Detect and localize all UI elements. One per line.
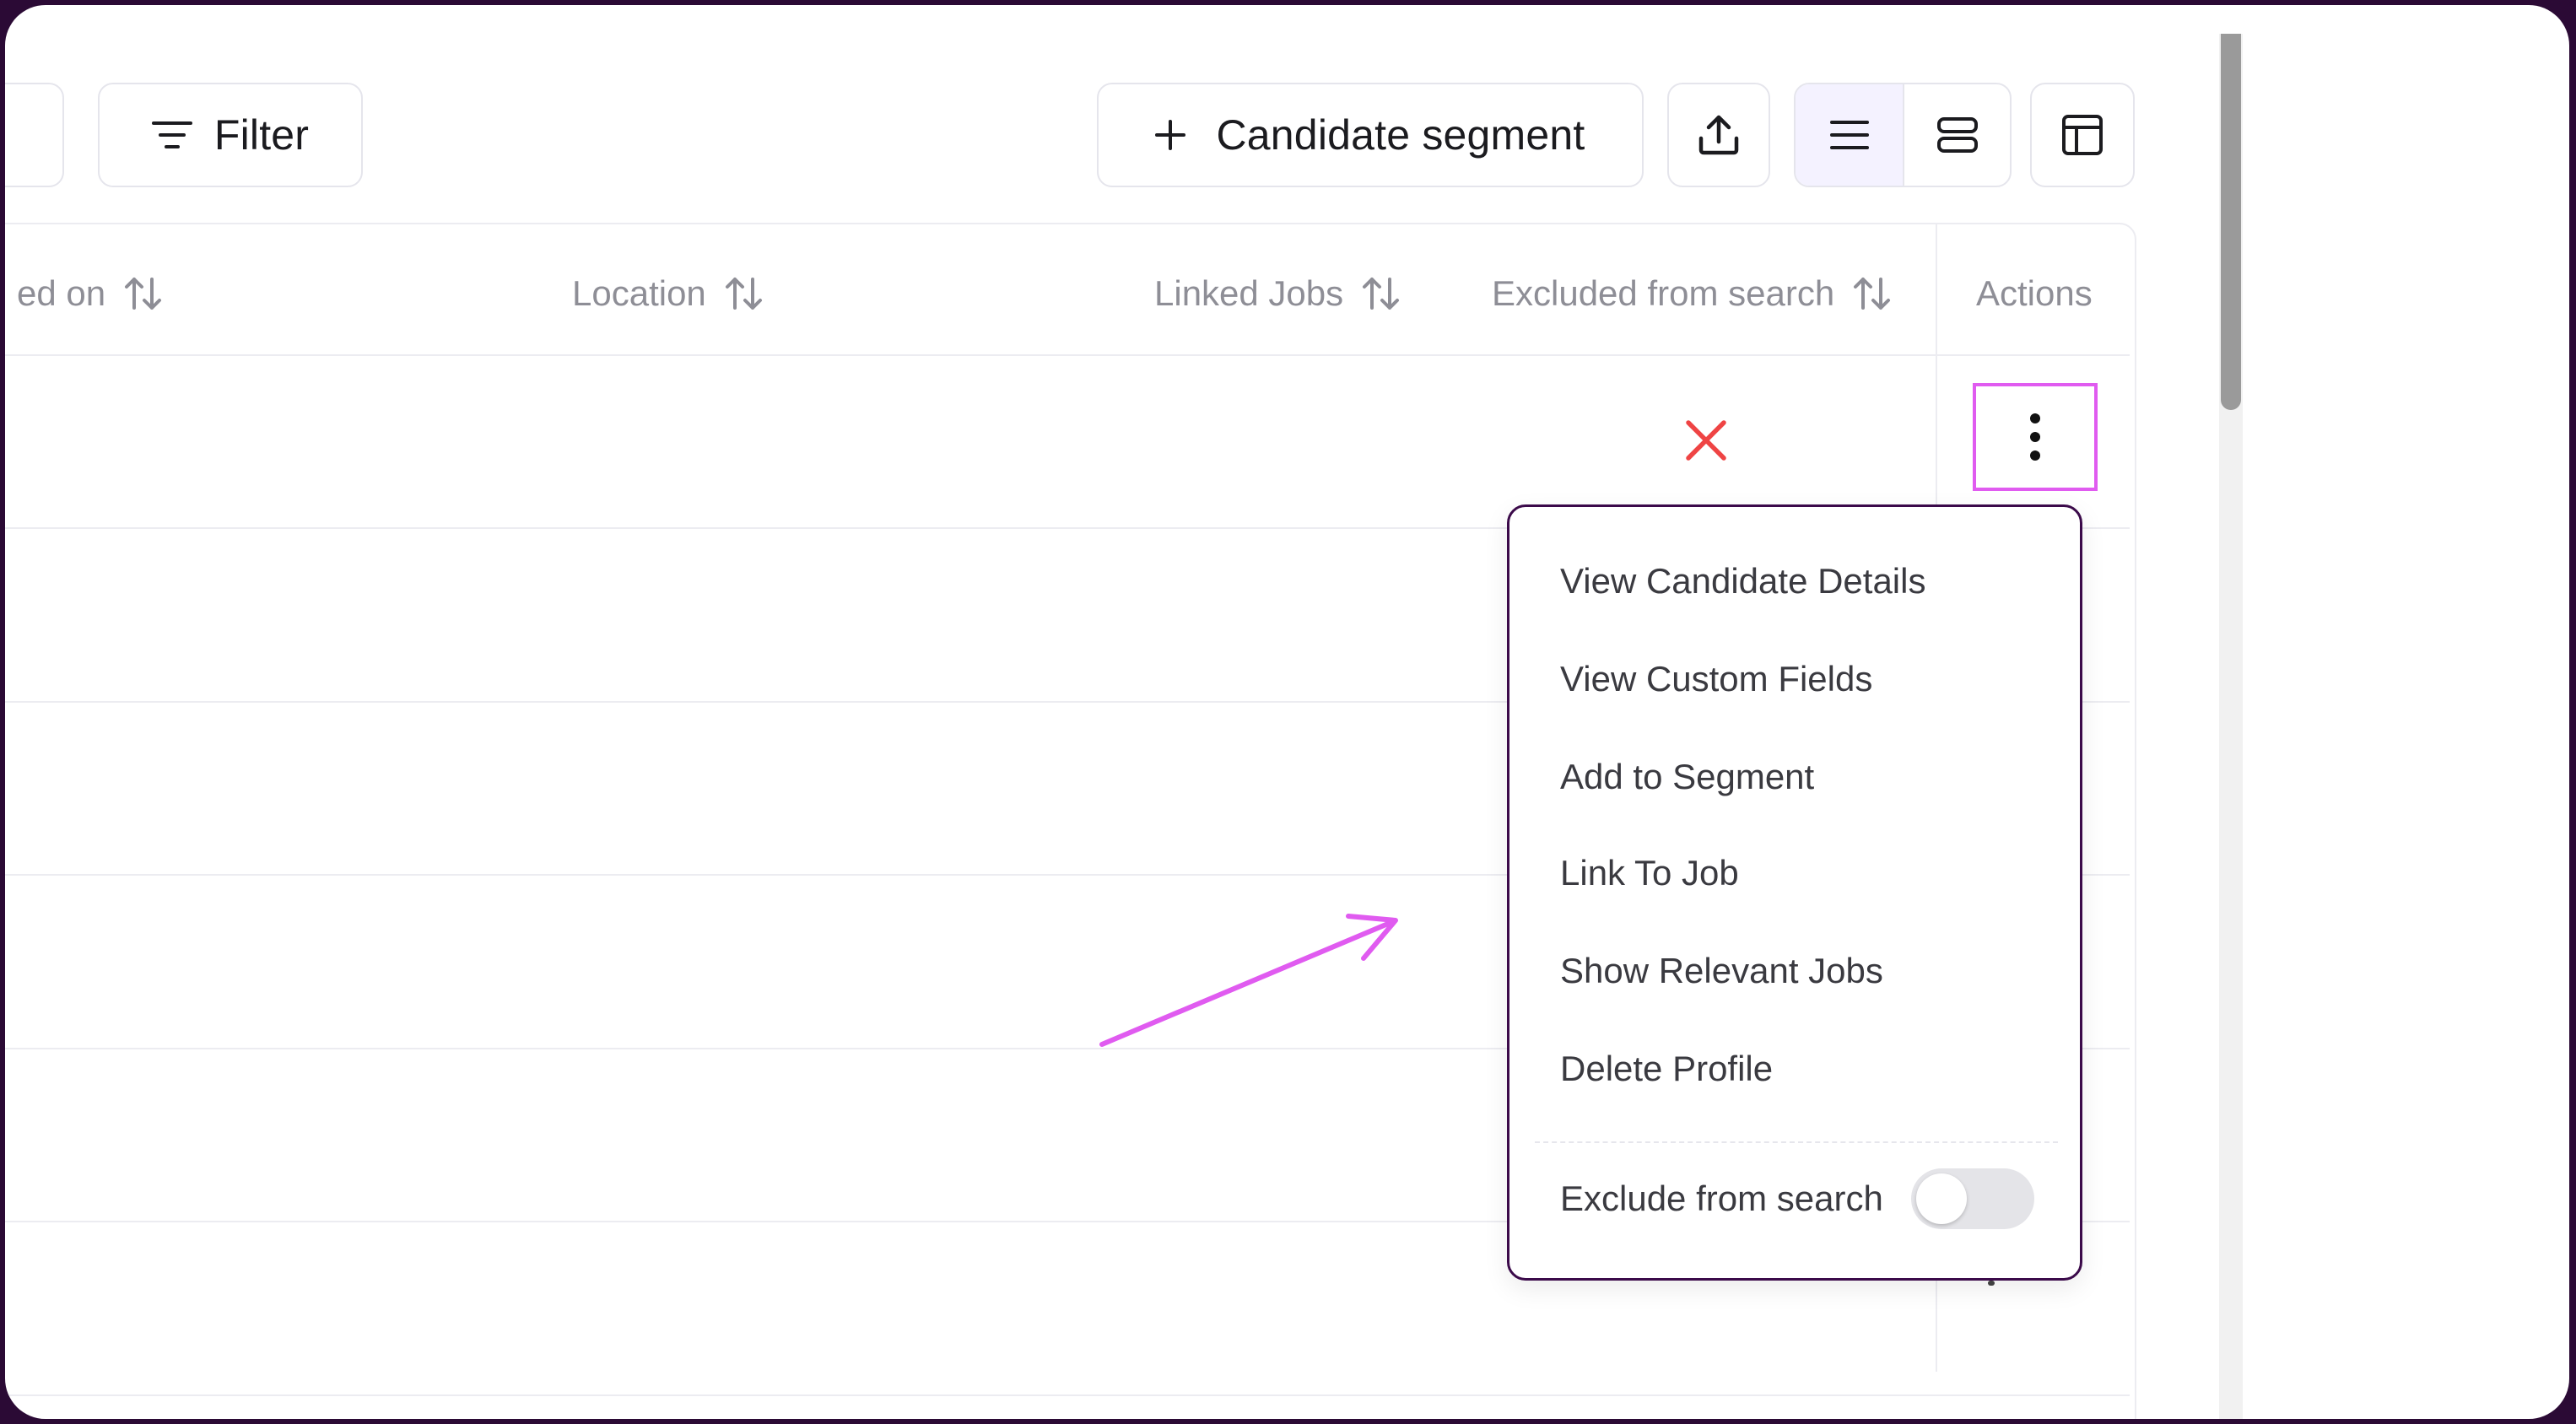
menu-divider [1535, 1141, 2058, 1143]
column-header-actions: Actions [1976, 273, 2093, 313]
x-icon [1684, 418, 1728, 467]
menu-item-show-relevant-jobs[interactable]: Show Relevant Jobs [1560, 951, 1883, 991]
candidate-segment-label: Candidate segment [1216, 111, 1585, 159]
search-box-partial[interactable] [5, 83, 64, 187]
menu-item-link-to-job[interactable]: Link To Job [1560, 853, 1739, 893]
export-button[interactable] [1667, 83, 1770, 187]
table-columns-button[interactable] [2030, 83, 2135, 187]
list-view-icon [1829, 118, 1870, 152]
plus-icon [1155, 120, 1186, 150]
filter-label: Filter [213, 111, 310, 159]
card-view-icon [1936, 116, 1979, 154]
menu-item-view-custom-fields[interactable]: View Custom Fields [1560, 659, 1872, 699]
app-window: Filter Candidate segment ed on Location … [5, 5, 2569, 1419]
column-header-linked-jobs[interactable]: Linked Jobs [1154, 268, 1401, 319]
menu-item-delete-profile[interactable]: Delete Profile [1560, 1049, 1773, 1089]
annotation-arrow [1099, 914, 1398, 1047]
table-columns-icon [2061, 114, 2103, 156]
menu-item-add-to-segment[interactable]: Add to Segment [1560, 757, 1814, 797]
sort-icon[interactable] [1362, 274, 1401, 313]
sort-icon[interactable] [725, 274, 764, 313]
list-view-button[interactable] [1796, 84, 1904, 186]
exclude-from-search-label: Exclude from search [1560, 1179, 1883, 1218]
more-vertical-icon [2028, 412, 2042, 462]
upload-icon [1697, 113, 1741, 157]
exclude-from-search-toggle[interactable] [1911, 1168, 2034, 1229]
toggle-knob [1916, 1173, 1967, 1224]
card-view-button[interactable] [1904, 84, 2010, 186]
column-header-location[interactable]: Location [572, 268, 764, 319]
column-header-created-on[interactable]: ed on [17, 268, 163, 319]
scrollbar-thumb[interactable] [2221, 34, 2241, 410]
sort-icon[interactable] [124, 274, 163, 313]
column-header-excluded-from-search[interactable]: Excluded from search [1492, 268, 1892, 319]
row-divider [5, 1394, 2130, 1396]
menu-item-view-candidate-details[interactable]: View Candidate Details [1560, 561, 1925, 601]
sort-icon[interactable] [1853, 274, 1892, 313]
partial-more-icon [1988, 1281, 1995, 1286]
add-candidate-segment-button[interactable]: Candidate segment [1097, 83, 1644, 187]
row-actions-menu: View Candidate Details View Custom Field… [1507, 504, 2082, 1281]
row-actions-button[interactable] [1973, 383, 2098, 491]
view-toggle-group [1794, 83, 2012, 187]
filter-lines-icon [151, 118, 192, 152]
filter-button[interactable]: Filter [98, 83, 363, 187]
row-divider [5, 354, 2130, 356]
